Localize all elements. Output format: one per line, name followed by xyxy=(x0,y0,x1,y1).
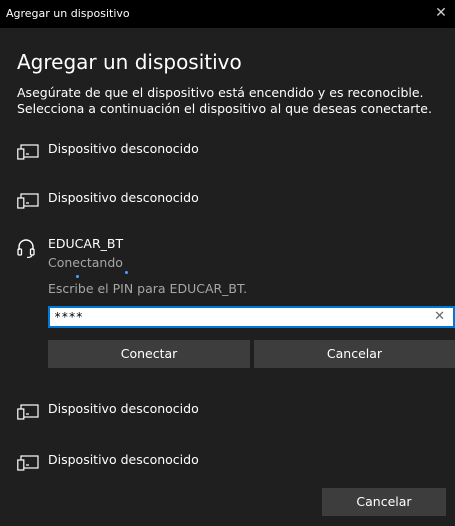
instructions-text: Asegúrate de que el dispositivo está enc… xyxy=(17,85,432,116)
progress-dot xyxy=(125,271,128,274)
device-label: Dispositivo desconocido xyxy=(48,190,199,205)
generic-device-icon xyxy=(17,455,39,471)
add-device-dialog: Agregar un dispositivo ✕ Agregar un disp… xyxy=(0,0,455,526)
bt-device-name: EDUCAR_BT xyxy=(48,236,124,251)
window-title: Agregar un dispositivo xyxy=(6,7,130,20)
device-list-item[interactable]: Dispositivo desconocido xyxy=(17,141,317,171)
pin-input[interactable] xyxy=(54,309,424,325)
page-title: Agregar un dispositivo xyxy=(17,50,242,74)
close-button[interactable]: ✕ xyxy=(433,4,449,22)
bt-device-status: Conectando xyxy=(48,255,123,270)
device-list-item[interactable]: Dispositivo desconocido xyxy=(17,452,317,482)
generic-device-icon xyxy=(17,144,39,160)
pin-prompt: Escribe el PIN para EDUCAR_BT. xyxy=(48,281,248,296)
cancel-button[interactable]: Cancelar xyxy=(322,488,446,516)
device-list-item[interactable]: Dispositivo desconocido xyxy=(17,190,317,220)
pin-input-box[interactable]: ✕ xyxy=(48,306,455,328)
title-bar: Agregar un dispositivo ✕ xyxy=(0,0,455,28)
device-list-item[interactable]: Dispositivo desconocido xyxy=(17,401,317,431)
device-label: Dispositivo desconocido xyxy=(48,141,199,156)
cancel-pairing-button[interactable]: Cancelar xyxy=(254,340,455,368)
clear-icon[interactable]: ✕ xyxy=(434,309,445,325)
device-label: Dispositivo desconocido xyxy=(48,401,199,416)
connect-button[interactable]: Conectar xyxy=(48,340,250,368)
generic-device-icon xyxy=(17,404,39,420)
progress-dot xyxy=(76,275,79,278)
headset-icon xyxy=(17,239,35,258)
device-label: Dispositivo desconocido xyxy=(48,452,199,467)
generic-device-icon xyxy=(17,193,39,209)
